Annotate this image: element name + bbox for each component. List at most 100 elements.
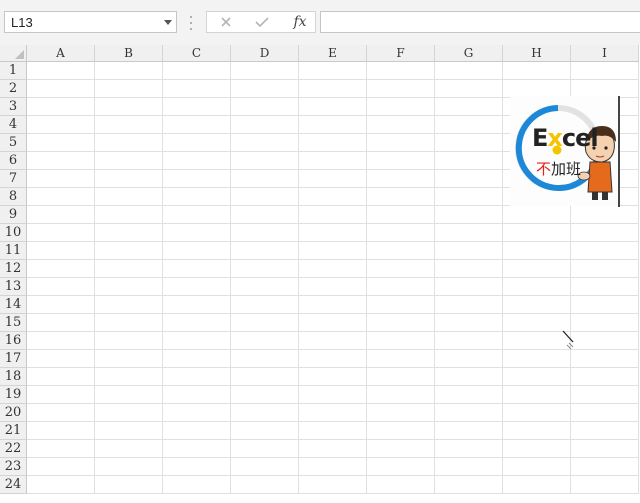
- cell-f23[interactable]: [367, 458, 435, 476]
- cell-i18[interactable]: [571, 368, 639, 386]
- cell-h13[interactable]: [503, 278, 571, 296]
- cell-e6[interactable]: [299, 152, 367, 170]
- cell-d20[interactable]: [231, 404, 299, 422]
- cell-b4[interactable]: [95, 116, 163, 134]
- cell-c4[interactable]: [163, 116, 231, 134]
- cell-f7[interactable]: [367, 170, 435, 188]
- row-header-17[interactable]: 17: [0, 350, 27, 368]
- column-header-f[interactable]: F: [367, 45, 435, 62]
- cell-i16[interactable]: [571, 332, 639, 350]
- cell-e1[interactable]: [299, 62, 367, 80]
- row-header-4[interactable]: 4: [0, 116, 27, 134]
- row-header-22[interactable]: 22: [0, 440, 27, 458]
- cell-a13[interactable]: [27, 278, 95, 296]
- column-header-d[interactable]: D: [231, 45, 299, 62]
- cell-c15[interactable]: [163, 314, 231, 332]
- cell-a14[interactable]: [27, 296, 95, 314]
- cell-h12[interactable]: [503, 260, 571, 278]
- cell-d7[interactable]: [231, 170, 299, 188]
- cell-a19[interactable]: [27, 386, 95, 404]
- cell-e11[interactable]: [299, 242, 367, 260]
- cell-c9[interactable]: [163, 206, 231, 224]
- cell-a15[interactable]: [27, 314, 95, 332]
- cell-a2[interactable]: [27, 80, 95, 98]
- cell-e13[interactable]: [299, 278, 367, 296]
- cell-e14[interactable]: [299, 296, 367, 314]
- cell-e12[interactable]: [299, 260, 367, 278]
- row-header-14[interactable]: 14: [0, 296, 27, 314]
- cell-d16[interactable]: [231, 332, 299, 350]
- cell-g11[interactable]: [435, 242, 503, 260]
- cell-c8[interactable]: [163, 188, 231, 206]
- cell-c10[interactable]: [163, 224, 231, 242]
- cell-g19[interactable]: [435, 386, 503, 404]
- cell-b12[interactable]: [95, 260, 163, 278]
- cell-i11[interactable]: [571, 242, 639, 260]
- cell-f15[interactable]: [367, 314, 435, 332]
- cancel-button[interactable]: [211, 12, 241, 32]
- column-header-e[interactable]: E: [299, 45, 367, 62]
- cell-d5[interactable]: [231, 134, 299, 152]
- cell-b3[interactable]: [95, 98, 163, 116]
- cell-b20[interactable]: [95, 404, 163, 422]
- cell-g2[interactable]: [435, 80, 503, 98]
- cell-g8[interactable]: [435, 188, 503, 206]
- cell-a24[interactable]: [27, 476, 95, 494]
- cell-c5[interactable]: [163, 134, 231, 152]
- cell-f1[interactable]: [367, 62, 435, 80]
- cell-e18[interactable]: [299, 368, 367, 386]
- row-header-16[interactable]: 16: [0, 332, 27, 350]
- cell-i22[interactable]: [571, 440, 639, 458]
- cell-f3[interactable]: [367, 98, 435, 116]
- cell-i13[interactable]: [571, 278, 639, 296]
- cell-c12[interactable]: [163, 260, 231, 278]
- cell-e19[interactable]: [299, 386, 367, 404]
- cell-e3[interactable]: [299, 98, 367, 116]
- cell-c13[interactable]: [163, 278, 231, 296]
- row-header-3[interactable]: 3: [0, 98, 27, 116]
- cell-g1[interactable]: [435, 62, 503, 80]
- row-header-9[interactable]: 9: [0, 206, 27, 224]
- cell-i17[interactable]: [571, 350, 639, 368]
- cell-e10[interactable]: [299, 224, 367, 242]
- cell-g4[interactable]: [435, 116, 503, 134]
- cell-c1[interactable]: [163, 62, 231, 80]
- cell-f6[interactable]: [367, 152, 435, 170]
- row-header-2[interactable]: 2: [0, 80, 27, 98]
- cell-b21[interactable]: [95, 422, 163, 440]
- name-box[interactable]: L13: [4, 11, 177, 33]
- cell-c16[interactable]: [163, 332, 231, 350]
- cell-f16[interactable]: [367, 332, 435, 350]
- cell-b13[interactable]: [95, 278, 163, 296]
- column-header-a[interactable]: A: [27, 45, 95, 62]
- cell-f17[interactable]: [367, 350, 435, 368]
- cell-e23[interactable]: [299, 458, 367, 476]
- cell-d14[interactable]: [231, 296, 299, 314]
- cell-h19[interactable]: [503, 386, 571, 404]
- row-header-5[interactable]: 5: [0, 134, 27, 152]
- cell-h22[interactable]: [503, 440, 571, 458]
- cell-i12[interactable]: [571, 260, 639, 278]
- cell-a11[interactable]: [27, 242, 95, 260]
- cell-e2[interactable]: [299, 80, 367, 98]
- cell-h10[interactable]: [503, 224, 571, 242]
- row-header-23[interactable]: 23: [0, 458, 27, 476]
- cell-b18[interactable]: [95, 368, 163, 386]
- cell-i15[interactable]: [571, 314, 639, 332]
- cell-f24[interactable]: [367, 476, 435, 494]
- row-header-11[interactable]: 11: [0, 242, 27, 260]
- cell-i10[interactable]: [571, 224, 639, 242]
- cell-e24[interactable]: [299, 476, 367, 494]
- column-header-c[interactable]: C: [163, 45, 231, 62]
- cell-g15[interactable]: [435, 314, 503, 332]
- cell-g5[interactable]: [435, 134, 503, 152]
- cell-e4[interactable]: [299, 116, 367, 134]
- cell-a1[interactable]: [27, 62, 95, 80]
- row-header-21[interactable]: 21: [0, 422, 27, 440]
- cell-g20[interactable]: [435, 404, 503, 422]
- cell-d18[interactable]: [231, 368, 299, 386]
- cell-c21[interactable]: [163, 422, 231, 440]
- cell-c3[interactable]: [163, 98, 231, 116]
- cell-b6[interactable]: [95, 152, 163, 170]
- cell-h11[interactable]: [503, 242, 571, 260]
